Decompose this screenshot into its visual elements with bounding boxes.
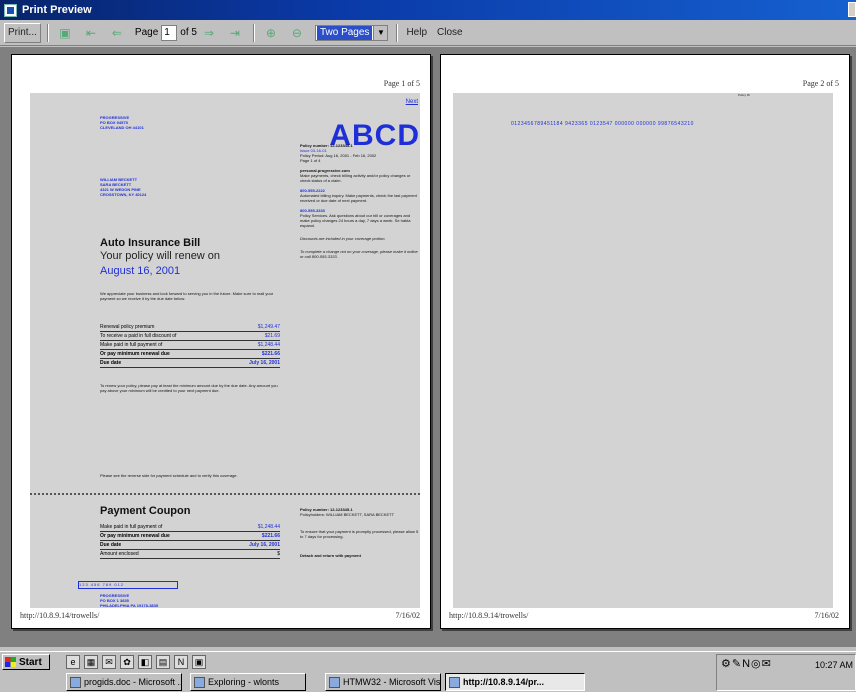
page-setup-icon: ▣	[59, 25, 71, 40]
app-icon[interactable]: N	[174, 655, 188, 669]
print-button[interactable]: Print...	[4, 22, 41, 43]
reverse-note: Please see the reverse side for payment …	[100, 473, 238, 478]
clock: 10:27 AM	[814, 660, 853, 670]
zoom-value: Two Pages	[316, 25, 373, 40]
system-tray: ⚙✎N◎✉ 10:27 AM	[716, 654, 856, 691]
page-count-label: of 5	[180, 27, 197, 38]
table-row: Or pay minimum renewal due $221.66	[100, 533, 280, 541]
table-row: Make paid in full payment of $1,248.44	[100, 342, 280, 350]
remit-address: PROGRESSIVE PO BOX 1 3835 PHILADELPHIA P…	[100, 593, 159, 608]
footer-url: http://10.8.9.14/trowells/	[449, 611, 529, 620]
window-title: Print Preview	[22, 4, 92, 16]
coupon-info-column: Policy number: 12-123345-1 Policyholders…	[300, 507, 419, 558]
chevron-down-icon[interactable]: ▼	[373, 25, 388, 40]
desktop-icon[interactable]: ▦	[84, 655, 98, 669]
zoom-in-button[interactable]: ⊕	[259, 23, 283, 43]
channels-icon[interactable]: ✿	[120, 655, 134, 669]
next-page-icon: ⇒	[203, 25, 214, 40]
page-setup-button[interactable]: ▣	[53, 23, 77, 43]
table-row: Amount enclosed $	[100, 551, 280, 559]
last-page-button[interactable]: ⇥	[223, 23, 247, 43]
page-number: Page 2 of 5	[802, 79, 839, 88]
page-number-input[interactable]	[161, 24, 178, 41]
previous-page-icon: ⇐	[111, 25, 122, 40]
app-icon[interactable]: ▣	[192, 655, 206, 669]
tray-icons[interactable]: ⚙✎N◎✉	[721, 657, 772, 670]
table-row: To receive a paid in full discount of $21…	[100, 333, 280, 341]
preview-page-1: Page 1 of 5 Next ABCD PROGRESSIVE PO BOX…	[11, 54, 431, 629]
last-page-icon: ⇥	[229, 25, 240, 40]
coupon-title: Payment Coupon	[100, 505, 191, 517]
taskbar: Start e ▦ ✉ ✿ ◧ ▤ N ▣ progids.doc - Micr…	[0, 651, 856, 692]
intro-text: We appreciate your business and look for…	[100, 291, 274, 301]
page-2-document: Policy ID 0123456789451184 9423365 01235…	[453, 93, 833, 608]
coupon-table: Make paid in full payment of $1,248.44 Or…	[100, 523, 280, 559]
preview-page-2: Page 2 of 5 Policy ID 0123456789451184 9…	[440, 54, 850, 629]
zoom-in-icon: ⊕	[265, 25, 276, 40]
table-row: Due date July 16, 2001	[100, 360, 280, 368]
zoom-dropdown[interactable]: Two Pages ▼	[314, 24, 389, 41]
taskbar-item-browser[interactable]: http://10.8.9.14/pr...	[445, 673, 585, 691]
folder-icon	[194, 676, 205, 688]
renew-line: Your policy will renew on	[100, 250, 221, 262]
scan-line-code: 0123456789451184 9423365 0123547 000000 …	[511, 121, 694, 127]
table-row: Due date July 16, 2001	[100, 542, 280, 550]
page-2-header: Policy ID	[738, 93, 750, 97]
sender-address: PROGRESSIVE PO BOX 94575 CLEVELAND OH 44…	[100, 115, 144, 130]
renewal-note: To renew your policy, please pay at leas…	[100, 383, 278, 393]
next-page-button[interactable]: ⇒	[197, 23, 221, 43]
table-row: Or pay minimum renewal due $221.66	[100, 351, 280, 359]
word-icon	[70, 676, 81, 688]
close-button[interactable]: Close	[433, 23, 467, 43]
taskbar-item-word[interactable]: progids.doc - Microsoft ...	[66, 673, 182, 691]
detach-line	[30, 493, 420, 495]
browser-icon[interactable]: e	[66, 655, 80, 669]
bill-title: Auto Insurance Bill	[100, 237, 201, 249]
page-number: Page 1 of 5	[383, 79, 420, 88]
toolbar-separator	[252, 23, 255, 42]
policy-info-column: Policy number: 12-123345-1 Issue 03-16-0…	[300, 143, 418, 259]
zoom-out-icon: ⊖	[291, 25, 302, 40]
browser-icon	[449, 676, 460, 688]
footer-date: 7/16/02	[395, 611, 420, 620]
start-button[interactable]: Start	[2, 654, 50, 670]
table-row: Renewal policy premium $1,249.47	[100, 324, 280, 332]
renew-date: August 16, 2001	[100, 265, 181, 277]
first-page-button[interactable]: ⇤	[79, 23, 103, 43]
barcode: 123 456 789 012	[78, 581, 178, 589]
taskbar-item-htmw32[interactable]: HTMW32 - Microsoft Vis...	[325, 673, 441, 691]
next-link[interactable]: Next	[406, 99, 418, 105]
windows-logo-icon	[5, 657, 16, 667]
toolbar-separator	[396, 23, 399, 42]
page-label: Page	[134, 27, 159, 38]
footer-date: 7/16/02	[814, 611, 839, 620]
print-preview-toolbar: Print... ▣ ⇤ ⇐ Page of 5 ⇒ ⇥ ⊕ ⊖ Two Pag…	[0, 20, 856, 46]
app-icon[interactable]: ▤	[156, 655, 170, 669]
visual-studio-icon	[329, 676, 340, 688]
window-control-edge[interactable]	[848, 2, 856, 17]
toolbar-separator	[46, 23, 49, 42]
taskbar-item-explorer[interactable]: Exploring - wlonts	[190, 673, 306, 691]
previous-page-button[interactable]: ⇐	[105, 23, 129, 43]
app-icon[interactable]: ◧	[138, 655, 152, 669]
first-page-icon: ⇤	[85, 25, 96, 40]
zoom-out-button[interactable]: ⊖	[285, 23, 309, 43]
recipient-address: WILLIAM BECKETT SARA BECKETT 4321 W WEDO…	[100, 177, 147, 197]
print-preview-icon	[4, 3, 17, 17]
table-row: Make paid in full payment of $1,248.44	[100, 524, 280, 532]
preview-area[interactable]: Page 1 of 5 Next ABCD PROGRESSIVE PO BOX…	[0, 47, 856, 647]
title-bar: Print Preview	[0, 0, 856, 20]
bill-document: Next ABCD PROGRESSIVE PO BOX 94575 CLEVE…	[30, 93, 420, 608]
premium-table: Renewal policy premium $1,249.47 To recei…	[100, 323, 280, 368]
quick-launch: e ▦ ✉ ✿ ◧ ▤ N ▣	[66, 655, 206, 669]
outlook-icon[interactable]: ✉	[102, 655, 116, 669]
footer-url: http://10.8.9.14/trowells/	[20, 611, 100, 620]
help-button[interactable]: Help	[402, 23, 431, 43]
